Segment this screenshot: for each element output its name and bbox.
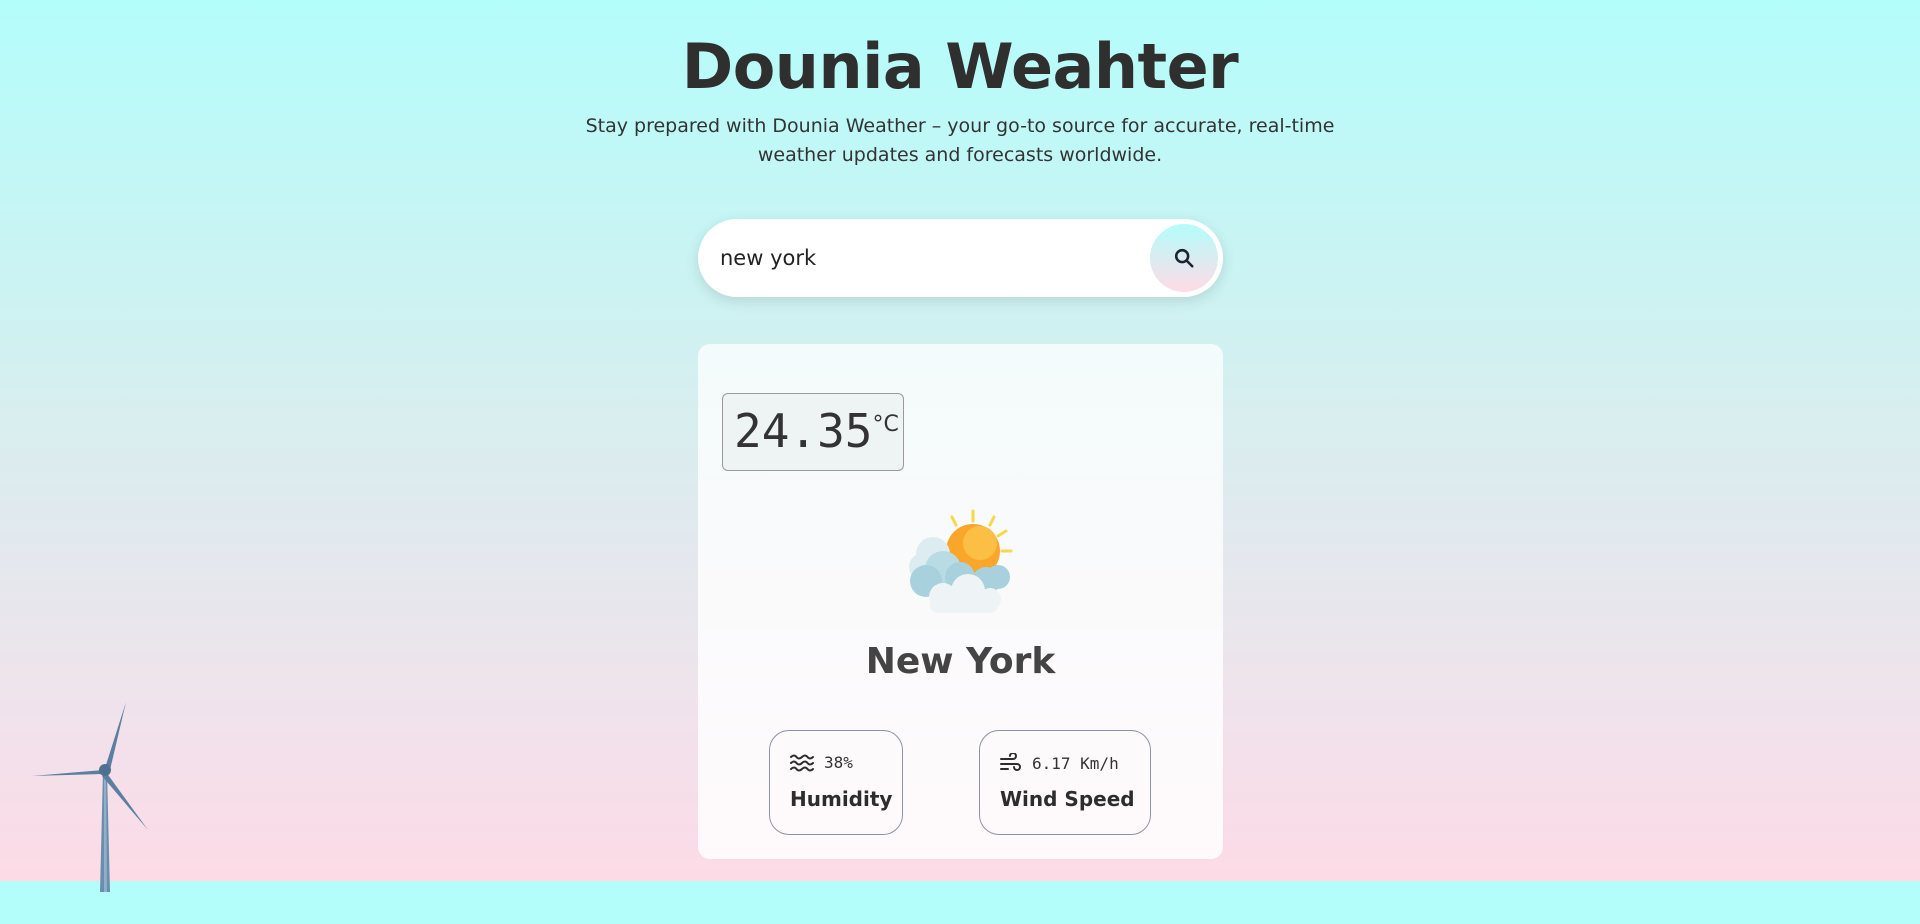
wind-card: 6.17 Km/h Wind Speed [979, 730, 1151, 835]
humidity-card: 38% Humidity [769, 730, 903, 835]
waves-icon [790, 754, 814, 771]
humidity-label: Humidity [790, 787, 893, 811]
search-bar [698, 219, 1223, 297]
search-button[interactable] [1150, 224, 1218, 292]
wind-speed-label: Wind Speed [1000, 787, 1135, 811]
temperature-box: 24.35 °C [722, 393, 904, 471]
wind-icon [1000, 753, 1021, 771]
weather-card: 24.35 °C New York 38% Humidity 6.17 Km/h… [698, 344, 1223, 859]
temperature-unit: °C [872, 412, 899, 437]
page-title: Dounia Weahter [681, 30, 1239, 103]
city-name: New York [865, 641, 1056, 682]
wind-turbine-icon [32, 702, 148, 892]
search-icon [1174, 248, 1194, 268]
page-subtitle: Stay prepared with Dounia Weather – your… [585, 115, 1335, 166]
partly-cloudy-sun-icon [909, 509, 1013, 613]
ground-strip [0, 881, 1920, 924]
temperature-value: 24.35 [734, 404, 873, 458]
search-input[interactable] [720, 219, 1130, 297]
humidity-value: 38% [824, 753, 853, 772]
wind-speed-value: 6.17 Km/h [1032, 753, 1119, 773]
